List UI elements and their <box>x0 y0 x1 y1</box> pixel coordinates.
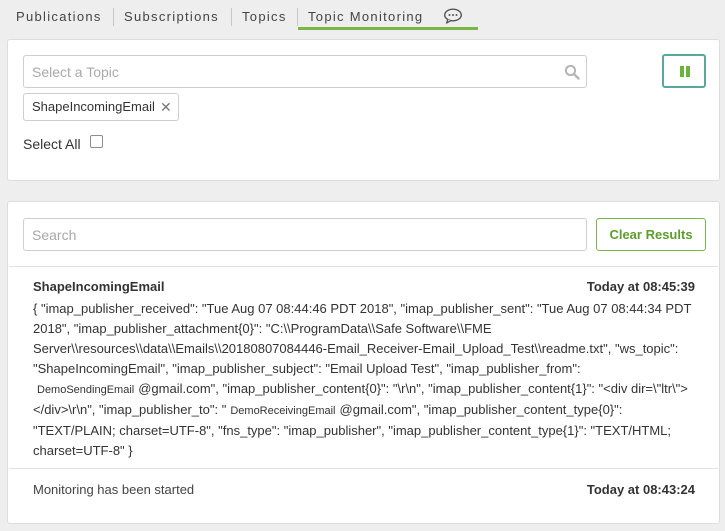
message-topic: ShapeIncomingEmail <box>33 279 165 294</box>
tab-topic-monitoring[interactable]: Topic Monitoring <box>308 0 423 30</box>
tab-subscriptions[interactable]: Subscriptions <box>124 0 219 30</box>
divider <box>9 468 718 469</box>
message-body-text: { "imap_publisher_received": "Tue Aug 07… <box>33 301 692 376</box>
clear-results-button[interactable]: Clear Results <box>596 218 706 251</box>
results-panel: Clear Results ShapeIncomingEmail Today a… <box>7 201 720 524</box>
topic-select-input[interactable] <box>23 55 587 88</box>
tab-publications[interactable]: Publications <box>16 0 102 30</box>
select-all-label: Select All <box>23 136 81 152</box>
selected-topic-tag: ShapeIncomingEmail ✕ <box>23 93 179 121</box>
receiver-name: DemoReceivingEmail <box>230 405 336 417</box>
pause-icon <box>680 66 684 77</box>
message-body: { "imap_publisher_received": "Tue Aug 07… <box>33 299 703 461</box>
chat-bubble-icon <box>443 8 463 24</box>
selected-topic-label: ShapeIncomingEmail <box>32 99 155 114</box>
pause-monitoring-button[interactable] <box>662 54 706 88</box>
results-search-input[interactable] <box>23 218 587 251</box>
tab-bar: Publications Subscriptions Topics Topic … <box>0 0 725 32</box>
active-tab-indicator <box>298 27 478 30</box>
sender-name: DemoSendingEmail <box>37 384 135 396</box>
status-timestamp: Today at 08:43:24 <box>586 482 695 497</box>
pause-icon <box>686 66 690 77</box>
tab-divider <box>113 8 114 26</box>
tab-divider <box>297 8 298 26</box>
tab-divider <box>231 8 232 26</box>
remove-topic-icon[interactable]: ✕ <box>160 94 172 120</box>
message-timestamp: Today at 08:45:39 <box>586 279 695 294</box>
divider <box>9 266 718 267</box>
select-all-checkbox[interactable] <box>90 135 103 148</box>
tab-topics[interactable]: Topics <box>242 0 287 30</box>
search-icon <box>564 64 580 80</box>
status-message: Monitoring has been started <box>33 482 195 497</box>
topic-selection-panel: ShapeIncomingEmail ✕ Select All <box>7 39 720 181</box>
